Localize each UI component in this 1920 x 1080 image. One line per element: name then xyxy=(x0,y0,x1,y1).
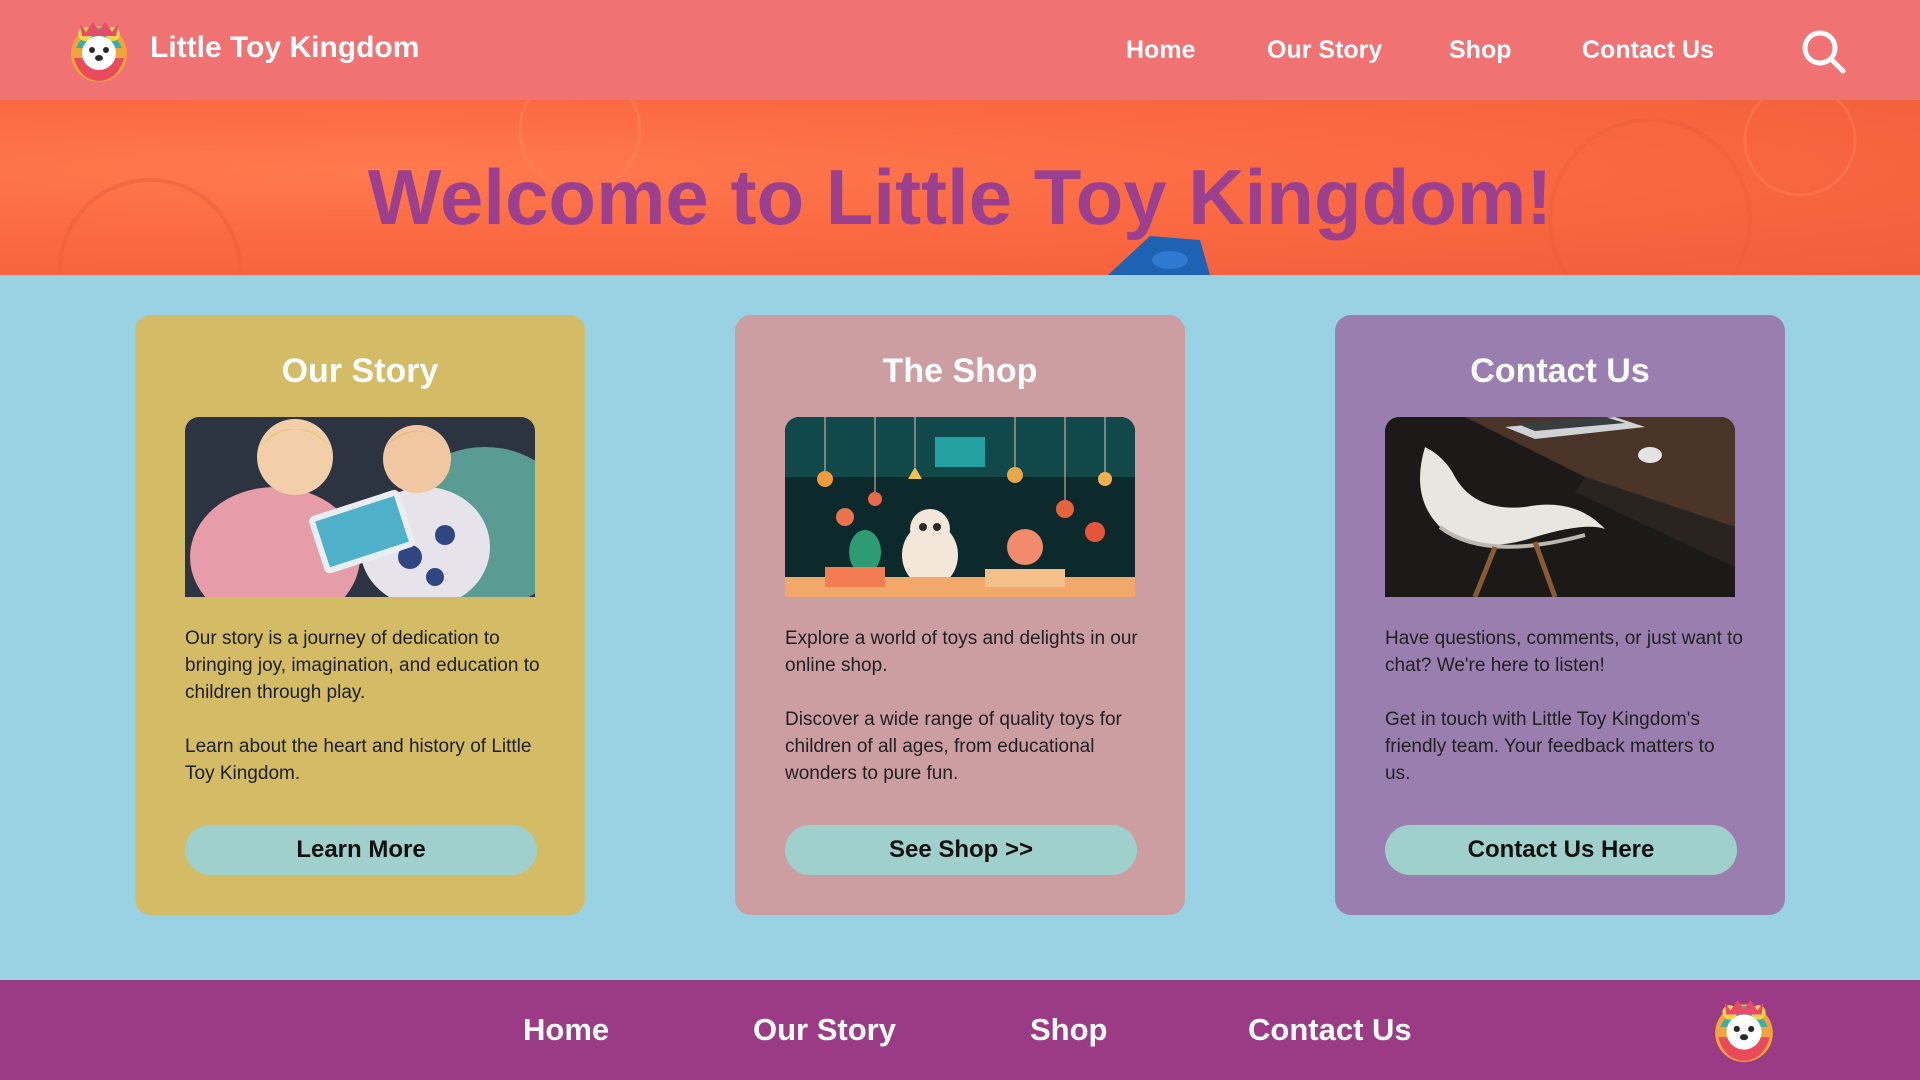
card-title: Contact Us xyxy=(1470,352,1650,390)
card-text: Explore a world of toys and delights in … xyxy=(785,628,1138,676)
children-with-tablet-photo xyxy=(185,417,535,597)
card-text: Our story is a journey of dedication to … xyxy=(185,628,540,703)
search-icon[interactable] xyxy=(1800,28,1846,74)
footer-nav-home[interactable]: Home xyxy=(523,1012,609,1048)
desk-chair-laptop-photo xyxy=(1385,417,1735,597)
bear-mascot-icon[interactable] xyxy=(1710,996,1778,1064)
card-text: Discover a wide range of quality toys fo… xyxy=(785,709,1122,784)
see-shop-button[interactable]: See Shop >> xyxy=(785,825,1137,875)
site-footer: Home Our Story Shop Contact Us xyxy=(0,980,1920,1080)
bear-mascot-icon[interactable] xyxy=(66,18,132,84)
nav-our-story[interactable]: Our Story xyxy=(1267,36,1382,65)
hero-banner: Welcome to Little Toy Kingdom! xyxy=(0,100,1920,275)
footer-nav-shop[interactable]: Shop xyxy=(1030,1012,1108,1048)
card-text: Have questions, comments, or just want t… xyxy=(1385,628,1743,676)
card-our-story: Our Story Our story is a journey of dedi… xyxy=(135,315,585,915)
card-title: Our Story xyxy=(281,352,439,390)
card-text: Learn about the heart and history of Lit… xyxy=(185,736,532,784)
footer-nav-contact-us[interactable]: Contact Us xyxy=(1248,1012,1412,1048)
nav-home[interactable]: Home xyxy=(1126,36,1195,65)
card-title: The Shop xyxy=(882,352,1038,390)
contact-us-here-button[interactable]: Contact Us Here xyxy=(1385,825,1737,875)
card-contact-us: Contact Us Have questions, comments, or … xyxy=(1335,315,1785,915)
nav-shop[interactable]: Shop xyxy=(1449,36,1512,65)
footer-nav-our-story[interactable]: Our Story xyxy=(753,1012,896,1048)
brand-name[interactable]: Little Toy Kingdom xyxy=(150,31,419,65)
site-header: Little Toy Kingdom Home Our Story Shop C… xyxy=(0,0,1920,100)
nav-contact-us[interactable]: Contact Us xyxy=(1582,36,1714,65)
card-text: Get in touch with Little Toy Kingdom's f… xyxy=(1385,709,1715,784)
learn-more-button[interactable]: Learn More xyxy=(185,825,537,875)
toy-shop-window-photo xyxy=(785,417,1135,597)
hero-title: Welcome to Little Toy Kingdom! xyxy=(367,153,1553,241)
card-the-shop: The Shop Explore a world of toys and del… xyxy=(735,315,1185,915)
